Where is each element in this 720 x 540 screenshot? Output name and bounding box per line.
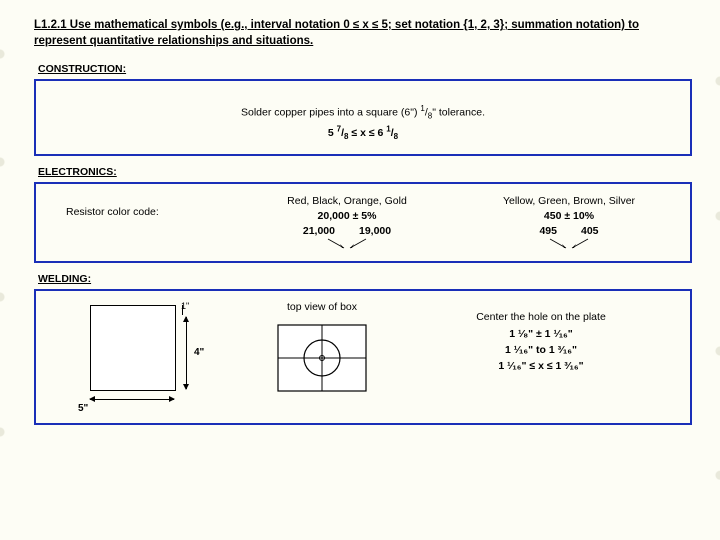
- resistor-label: Resistor color code:: [46, 192, 236, 218]
- nominal-2: 450 ± 10%: [458, 209, 680, 224]
- topview-label: top view of box: [242, 301, 402, 313]
- welding-text: Center the hole on the plate 1 ¹⁄₈" ± 1 …: [402, 299, 680, 374]
- nominal-1: 20,000 ± 5%: [236, 209, 458, 224]
- ineq-right-bot: 8: [394, 132, 398, 141]
- ineq-left-top: 7: [337, 124, 341, 133]
- dim1-tick: [175, 305, 177, 315]
- square-icon: [90, 305, 176, 391]
- panel-construction: Solder copper pipes into a square (6") 1…: [34, 79, 692, 156]
- ineq-right-top: 1: [386, 124, 390, 133]
- section-label-construction: CONSTRUCTION:: [38, 63, 692, 75]
- ineq-mid: ≤ x ≤ 6: [348, 127, 386, 139]
- dim4-arrow-icon: [186, 317, 187, 389]
- dim5-arrow-icon: [90, 399, 174, 400]
- resistor-col-2: Yellow, Green, Brown, Silver 450 ± 10% 4…: [458, 192, 680, 252]
- weld-line4: 1 ¹⁄₁₆" ≤ x ≤ 1 ³⁄₁₆": [402, 358, 680, 374]
- dim-5in: 5": [78, 403, 88, 414]
- section-label-electronics: ELECTRONICS:: [38, 166, 692, 178]
- cons-frac-top: 1: [420, 104, 424, 113]
- colors-1: Red, Black, Orange, Gold: [236, 194, 458, 209]
- weld-line1: Center the hole on the plate: [402, 309, 680, 325]
- panel-electronics: Resistor color code: Red, Black, Orange,…: [34, 182, 692, 264]
- square-dimension-diagram: 1" 4" 5": [72, 299, 242, 409]
- topview-block: top view of box: [242, 299, 402, 397]
- dim-1in: 1": [181, 301, 189, 311]
- construction-text: Solder copper pipes into a square (6") 1…: [46, 103, 680, 144]
- resistor-col-1: Red, Black, Orange, Gold 20,000 ± 5% 21,…: [236, 192, 458, 252]
- weld-line2: 1 ¹⁄₈" ± 1 ¹⁄₁₆": [402, 326, 680, 342]
- converge-arrows-icon: [312, 237, 382, 251]
- dim-4in: 4": [194, 347, 204, 358]
- panel-welding: 1" 4" 5" top view of box Center the hole…: [34, 289, 692, 425]
- converge-arrows-icon: [534, 237, 604, 251]
- standard-title: L1.2.1 Use mathematical symbols (e.g., i…: [34, 18, 692, 49]
- cons-line1-pre: Solder copper pipes into a square (6"): [241, 107, 420, 119]
- cons-line1-post: " tolerance.: [432, 107, 485, 119]
- colors-2: Yellow, Green, Brown, Silver: [458, 194, 680, 209]
- page: L1.2.1 Use mathematical symbols (e.g., i…: [0, 0, 720, 449]
- section-label-welding: WELDING:: [38, 273, 692, 285]
- weld-line3: 1 ¹⁄₁₆" to 1 ³⁄₁₆": [402, 342, 680, 358]
- plate-crosshair-icon: [272, 319, 372, 397]
- ineq-left-whole: 5: [328, 127, 334, 139]
